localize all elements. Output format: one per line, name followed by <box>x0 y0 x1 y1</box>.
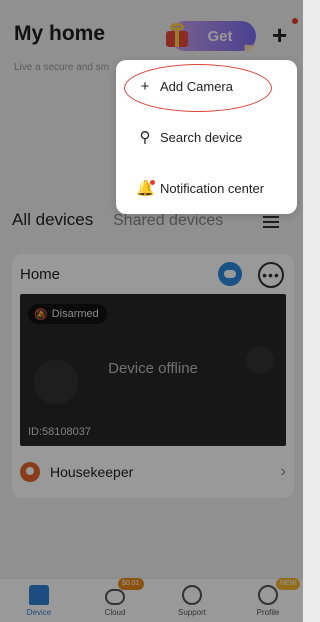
notification-center-item[interactable]: 🔔 Notification center <box>136 177 264 199</box>
bell-icon: 🔔 <box>136 180 155 197</box>
app-screen: My home Live a secure and sm Get ☛ + All… <box>0 0 303 622</box>
search-device-label: Search device <box>160 129 243 145</box>
search-icon: ⚲ <box>139 129 151 146</box>
search-device-item[interactable]: ⚲ Search device <box>136 126 243 148</box>
notification-center-label: Notification center <box>160 180 265 196</box>
notification-dot <box>150 180 155 185</box>
highlight-ellipse <box>124 64 272 112</box>
